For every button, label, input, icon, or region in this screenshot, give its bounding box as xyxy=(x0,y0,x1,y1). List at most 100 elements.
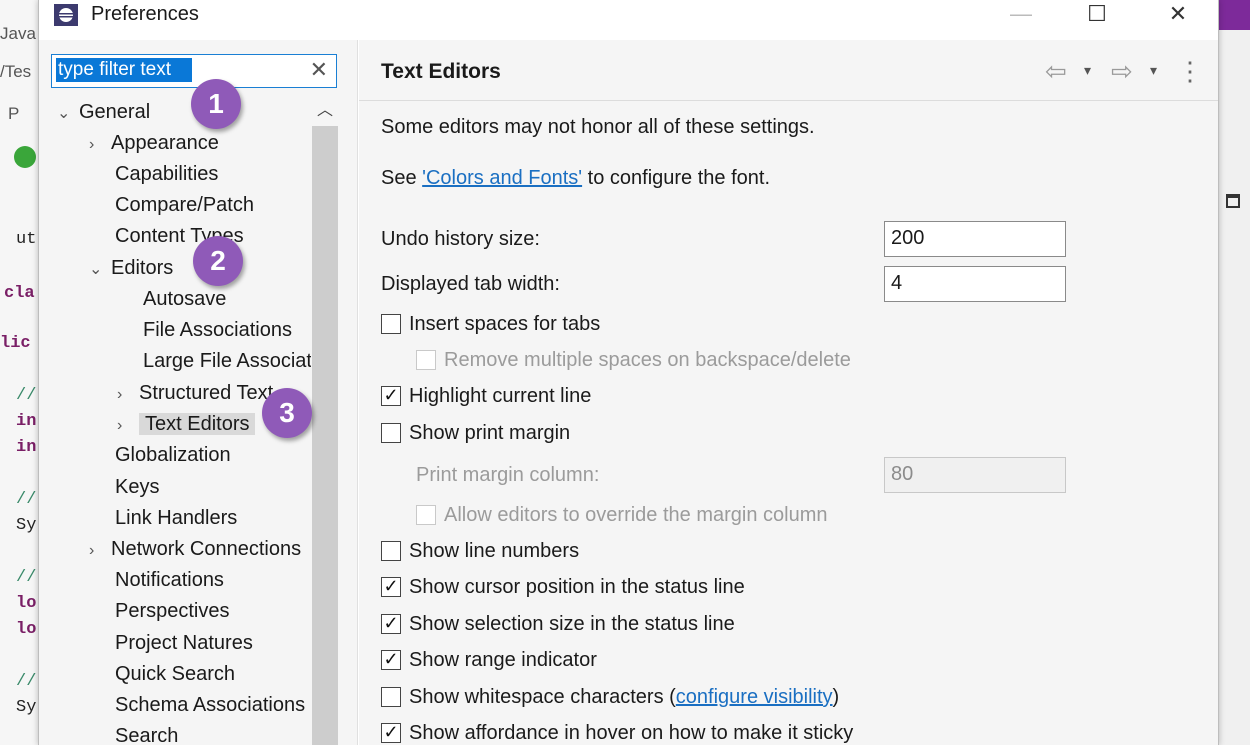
tree-item-appearance[interactable]: › Appearance xyxy=(89,128,219,158)
tree-item-keys[interactable]: Keys xyxy=(115,472,159,502)
insert-spaces-label: Insert spaces for tabs xyxy=(409,313,601,335)
tree-item-large-file-associations[interactable]: Large File Associations xyxy=(143,346,311,376)
remove-spaces-label: Remove multiple spaces on backspace/dele… xyxy=(444,349,851,371)
line-numbers-checkbox[interactable] xyxy=(381,541,401,561)
margin-column-label: Print margin column: xyxy=(416,464,600,486)
pane-divider[interactable] xyxy=(357,40,358,745)
bg-code: in xyxy=(16,412,37,431)
margin-column-input[interactable]: 80 xyxy=(884,457,1066,493)
view-menu-icon[interactable]: ⋮ xyxy=(1177,56,1203,87)
tree-item-editors[interactable]: ⌄ Editors xyxy=(89,253,173,283)
selection-size-label: Show selection size in the status line xyxy=(409,613,735,635)
bg-code: ut xyxy=(16,230,37,249)
whitespace-label-close: ) xyxy=(832,686,840,708)
forward-arrow-icon[interactable]: ⇨ xyxy=(1111,56,1133,87)
cursor-position-checkbox[interactable]: ✓ xyxy=(381,577,401,597)
tree-item-label: Globalization xyxy=(115,444,231,466)
configure-visibility-link[interactable]: configure visibility xyxy=(676,686,833,708)
intro-text: Some editors may not honor all of these … xyxy=(381,116,815,138)
scrollbar-thumb[interactable] xyxy=(312,126,338,745)
cursor-position-label: Show cursor position in the status line xyxy=(409,576,745,598)
callout-badge-2: 2 xyxy=(193,236,243,286)
page-title: Text Editors xyxy=(381,60,501,83)
chevron-right-icon[interactable]: › xyxy=(117,380,139,410)
bg-code: // xyxy=(16,672,37,691)
tree-item-label: Keys xyxy=(115,476,160,498)
forward-dropdown-icon[interactable]: ▾ xyxy=(1150,62,1157,79)
chevron-right-icon[interactable]: › xyxy=(89,130,111,160)
colors-and-fonts-link[interactable]: 'Colors and Fonts' xyxy=(422,167,582,189)
tree-item-label: Large File Associations xyxy=(143,350,311,372)
print-margin-checkbox[interactable] xyxy=(381,423,401,443)
tree-scrollbar[interactable]: ︿ xyxy=(312,96,338,745)
tree-item-quick-search[interactable]: Quick Search xyxy=(115,659,235,689)
back-arrow-icon[interactable]: ⇦ xyxy=(1045,56,1067,87)
filter-input[interactable] xyxy=(56,58,192,82)
tree-item-general[interactable]: ⌄ General xyxy=(57,97,150,127)
chevron-right-icon[interactable]: › xyxy=(89,536,111,566)
whitespace-checkbox[interactable] xyxy=(381,687,401,707)
whitespace-label-text: Show whitespace characters ( xyxy=(409,686,676,708)
bg-text: Java xyxy=(0,24,36,43)
tree-item-search[interactable]: Search xyxy=(115,721,178,745)
tree-item-perspectives[interactable]: Perspectives xyxy=(115,596,230,626)
bg-code: Sy xyxy=(16,516,37,535)
tree-item-link-handlers[interactable]: Link Handlers xyxy=(115,503,237,533)
tree-item-autosave[interactable]: Autosave xyxy=(143,284,226,314)
range-indicator-checkbox[interactable]: ✓ xyxy=(381,650,401,670)
bg-code: // xyxy=(16,568,37,587)
highlight-line-checkbox[interactable]: ✓ xyxy=(381,386,401,406)
settings-pane: Text Editors ⇦ ▾ ⇨ ▾ ⋮ Some editors may … xyxy=(359,40,1218,745)
maximize-button[interactable]: ☐ xyxy=(1069,0,1125,30)
tree-item-text-editors[interactable]: › Text Editors xyxy=(117,409,256,441)
tree-item-label: File Associations xyxy=(143,319,292,341)
tab-width-input[interactable]: 4 xyxy=(884,266,1066,302)
chevron-down-icon[interactable]: ⌄ xyxy=(57,99,79,129)
highlight-line-label: Highlight current line xyxy=(409,385,592,407)
tree-item-label: Network Connections xyxy=(111,538,302,560)
tree-item-label: Notifications xyxy=(115,569,224,591)
tree-item-schema-associations[interactable]: Schema Associations xyxy=(115,690,305,720)
tree-item-label: Text Editors xyxy=(139,413,256,435)
page-header: Text Editors ⇦ ▾ ⇨ ▾ ⋮ xyxy=(359,40,1218,101)
tree-item-network-connections[interactable]: › Network Connections xyxy=(89,534,301,564)
remove-spaces-checkbox[interactable] xyxy=(416,350,436,370)
background-right-strip xyxy=(1217,0,1250,745)
clear-filter-icon[interactable]: ✕ xyxy=(310,57,328,83)
bg-code: in xyxy=(16,438,37,457)
close-button[interactable]: ✕ xyxy=(1150,0,1206,30)
tree-item-structured-text[interactable]: › Structured Text xyxy=(117,378,273,408)
tree-item-label: Link Handlers xyxy=(115,507,238,529)
chevron-down-icon[interactable]: ⌄ xyxy=(89,255,111,285)
chevron-right-icon[interactable]: › xyxy=(117,411,139,441)
tab-width-label: Displayed tab width: xyxy=(381,273,560,295)
allow-override-checkbox[interactable] xyxy=(416,505,436,525)
tree-item-label: Appearance xyxy=(111,132,219,154)
undo-history-input[interactable]: 200 xyxy=(884,221,1066,257)
whitespace-label: Show whitespace characters (configure vi… xyxy=(409,686,839,709)
callout-badge-1: 1 xyxy=(191,79,241,129)
minimize-button[interactable]: — xyxy=(993,0,1049,30)
print-margin-label: Show print margin xyxy=(409,422,571,444)
allow-override-label: Allow editors to override the margin col… xyxy=(444,504,828,526)
back-dropdown-icon[interactable]: ▾ xyxy=(1084,62,1091,79)
affordance-checkbox[interactable]: ✓ xyxy=(381,723,401,743)
selection-size-checkbox[interactable]: ✓ xyxy=(381,614,401,634)
tree-item-notifications[interactable]: Notifications xyxy=(115,565,224,595)
scroll-up-icon[interactable]: ︿ xyxy=(312,98,338,124)
tree-item-label: Compare/Patch xyxy=(115,194,254,216)
insert-spaces-checkbox[interactable] xyxy=(381,314,401,334)
bg-code: lo xyxy=(16,594,37,613)
filter-box: ✕ xyxy=(51,54,337,88)
tree-item-globalization[interactable]: Globalization xyxy=(115,440,231,470)
tree-item-label: General xyxy=(79,101,151,123)
tree-item-compare-patch[interactable]: Compare/Patch xyxy=(115,190,254,220)
tree-item-capabilities[interactable]: Capabilities xyxy=(115,159,218,189)
tree-item-label: Structured Text xyxy=(139,382,274,404)
restore-view-icon[interactable] xyxy=(1226,194,1240,208)
tree-item-label: Editors xyxy=(111,257,174,279)
tree-item-file-associations[interactable]: File Associations xyxy=(143,315,292,345)
tree-item-project-natures[interactable]: Project Natures xyxy=(115,628,253,658)
run-icon[interactable] xyxy=(14,146,36,168)
bg-code: cla xyxy=(4,284,35,303)
